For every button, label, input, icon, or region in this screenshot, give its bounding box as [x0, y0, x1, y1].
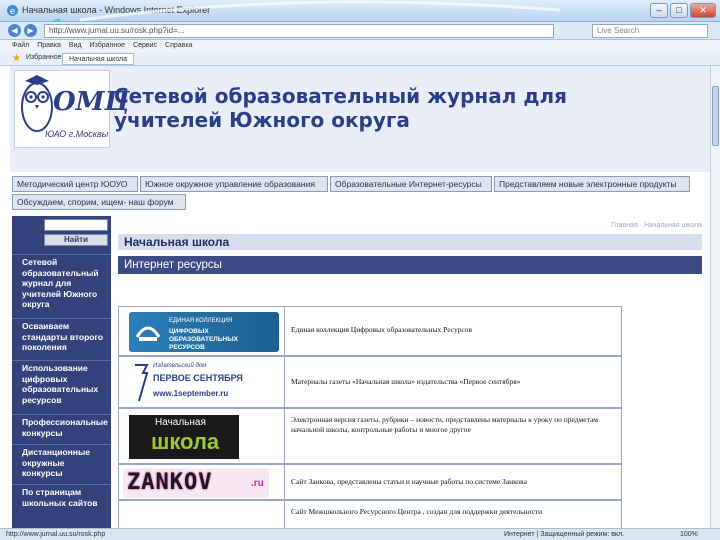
maximize-button[interactable]: □ [670, 3, 688, 18]
subsection-title: Интернет ресурсы [118, 256, 702, 274]
svg-text:e: e [10, 7, 16, 17]
logo-caption: ЮАО г.Москвы [45, 129, 109, 139]
sidebar-item-remote-contests[interactable]: Дистанционные окружные конкурсы [12, 444, 111, 482]
section-title: Начальная школа [118, 234, 702, 250]
status-url: http://www.jurnal.uu.su/rosk.php [6, 531, 106, 538]
scroll-thumb[interactable] [712, 86, 719, 146]
sidebar-item-standards[interactable]: Осваиваем стандарты второго поколения [12, 318, 111, 358]
back-button[interactable]: ◀ [8, 24, 21, 37]
favorites-button[interactable]: Избранное [26, 54, 61, 61]
breadcrumb[interactable]: Главная · Начальная школа [611, 222, 702, 229]
resource-logo-line1: ZANKOV [127, 470, 213, 495]
sidebar-item-school-sites[interactable]: По страницам школьных сайтов [12, 484, 111, 514]
nav-methodical-center[interactable]: Методический центр ЮОУО [12, 176, 138, 192]
resource-logo-line3: www.1september.ru [153, 389, 229, 398]
resource-logo[interactable]: Издательский дом ПЕРВОЕ СЕНТЯБРЯ www.1se… [119, 357, 285, 407]
resource-logo[interactable]: ZANKOV .ru [119, 465, 285, 499]
main-content: Главная · Начальная школа Начальная школ… [118, 216, 710, 528]
resource-logo[interactable]: Начальная школа [119, 409, 285, 463]
resource-logo[interactable] [119, 501, 285, 528]
resource-row[interactable]: ZANKOV .ru Сайт Занкова, представлены ст… [118, 464, 622, 500]
internet-explorer-icon: e [7, 5, 18, 17]
address-bar: ◀ ▶ http://www.jurnal.uu.su/rosk.php?id=… [0, 22, 720, 40]
nav-new-products[interactable]: Представляем новые электронные продукты [494, 176, 690, 192]
resource-logo-line1: Издательский дом [153, 363, 207, 369]
browser-title-bar: e Начальная школа - Windows Internet Exp… [0, 0, 720, 22]
resource-logo-line2: школа [151, 429, 220, 454]
favorites-star-icon[interactable]: ★ [12, 53, 21, 64]
sidebar-item-journal[interactable]: Сетевой образовательный журнал для учите… [12, 254, 111, 316]
site-logo[interactable]: ОМЦ ЮАО г.Москвы [14, 70, 130, 148]
nav-internet-resources[interactable]: Образовательные Интернет-ресурсы [330, 176, 492, 192]
close-button[interactable]: ✕ [690, 3, 716, 18]
browser-tab[interactable]: Начальная школа [62, 53, 135, 65]
menu-view[interactable]: Вид [69, 40, 82, 52]
site-title: Сетевой образовательный журнал для учите… [114, 84, 567, 132]
resource-logo[interactable]: ЕДИНАЯ КОЛЛЕКЦИЯ ЦИФРОВЫХ ОБРАЗОВАТЕЛЬНЫ… [119, 307, 285, 355]
resource-logo-line2: .ru [251, 478, 264, 489]
menu-help[interactable]: Справка [165, 40, 192, 52]
site-search-input[interactable] [44, 219, 108, 231]
collection-logo-icon [135, 326, 161, 341]
web-page: ОМЦ ЮАО г.Москвы Сетевой образовательный… [10, 66, 710, 528]
menu-tools[interactable]: Сервис [133, 40, 157, 52]
resource-row[interactable]: Начальная школа Электронная версия газет… [118, 408, 622, 464]
site-header: ОМЦ ЮАО г.Москвы Сетевой образовательный… [10, 66, 710, 172]
forward-button[interactable]: ▶ [24, 24, 37, 37]
status-bar: http://www.jurnal.uu.su/rosk.php Интерне… [0, 528, 720, 540]
resource-logo-line2: ЦИФРОВЫХ ОБРАЗОВАТЕЛЬНЫХ РЕСУРСОВ [169, 328, 238, 351]
zoom-level[interactable]: 100% [680, 529, 698, 540]
resource-description: Сайт Межшкольного Ресурсного Центра , со… [291, 507, 543, 516]
search-button[interactable]: Найти [44, 234, 108, 246]
page-scrollbar[interactable] [710, 66, 720, 528]
menu-file[interactable]: Файл [12, 40, 29, 52]
resource-description: Материалы газеты «Начальная школа» издат… [291, 377, 521, 386]
browser-search-field[interactable]: Live Search [592, 24, 708, 38]
menu-bar: Файл Правка Вид Избранное Сервис Справка [0, 40, 720, 52]
minimize-button[interactable]: – [650, 3, 668, 18]
resource-description: Сайт Занкова, представлены статьи и науч… [291, 477, 527, 486]
menu-favorites[interactable]: Избранное [90, 40, 125, 52]
window-title: Начальная школа - Windows Internet Explo… [22, 5, 211, 15]
sidebar-item-contests[interactable]: Профессиональные конкурсы [12, 414, 111, 442]
resource-row[interactable]: ЕДИНАЯ КОЛЛЕКЦИЯ ЦИФРОВЫХ ОБРАЗОВАТЕЛЬНЫ… [118, 306, 622, 356]
security-zone: Интернет | Защищенный режим: вкл. [504, 531, 625, 538]
resource-logo-line2: ПЕРВОЕ СЕНТЯБРЯ [153, 373, 243, 383]
resource-logo-line1: Начальная [155, 417, 206, 428]
menu-edit[interactable]: Правка [37, 40, 61, 52]
resource-row[interactable]: Издательский дом ПЕРВОЕ СЕНТЯБРЯ www.1se… [118, 356, 622, 408]
url-field[interactable]: http://www.jurnal.uu.su/rosk.php?id=... [44, 24, 554, 38]
nav-forum[interactable]: Обсуждаем, спорим, ищем- наш форум [12, 194, 186, 210]
resource-logo-line1: ЕДИНАЯ КОЛЛЕКЦИЯ [169, 318, 233, 324]
sidebar: Найти Сетевой образовательный журнал для… [12, 216, 111, 528]
first-september-logo-icon [135, 364, 149, 402]
nav-south-district-education[interactable]: Южное окружное управление образования [140, 176, 328, 192]
resource-row[interactable]: Сайт Межшкольного Ресурсного Центра , со… [118, 500, 622, 528]
favorites-bar: ★ Избранное Начальная школа [0, 52, 720, 66]
sidebar-item-digital-resources[interactable]: Использование цифровых образовательных р… [12, 360, 111, 412]
resource-description: Электронная версия газеты, рубрики – нов… [291, 415, 599, 434]
resource-description: Единая коллекция Цифровых образовательны… [291, 325, 473, 334]
